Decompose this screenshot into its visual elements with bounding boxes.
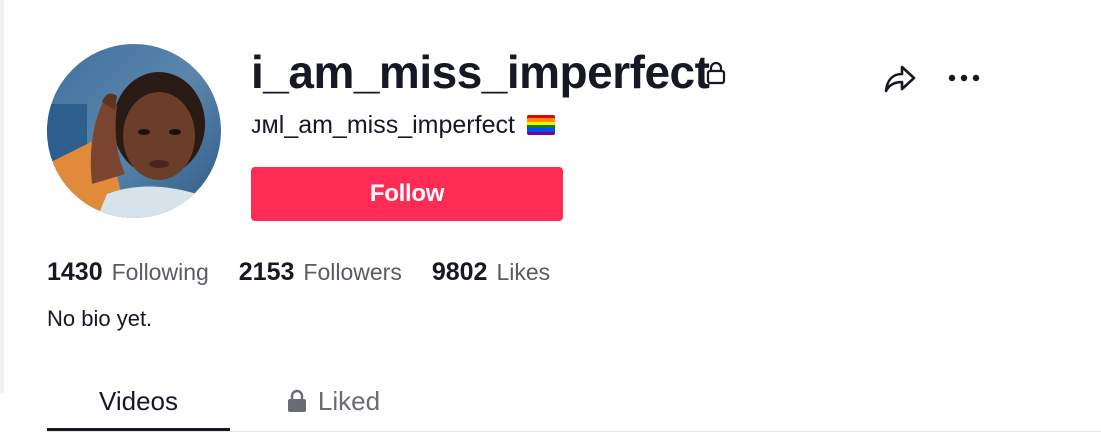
- lock-icon: [705, 60, 727, 86]
- tab-liked[interactable]: Liked: [258, 378, 408, 424]
- stat-following[interactable]: 1430 Following: [47, 258, 209, 287]
- lock-icon: [286, 389, 308, 413]
- more-dots-icon: [948, 74, 980, 82]
- tab-label: Videos: [98, 385, 179, 416]
- avatar[interactable]: [47, 44, 221, 218]
- profile-bio: No bio yet.: [47, 306, 153, 331]
- stat-followers[interactable]: 2153 Followers: [239, 258, 402, 287]
- profile-stats: 1430 Following 2153 Followers 9802 Likes: [47, 254, 580, 290]
- stat-label: Likes: [496, 258, 551, 285]
- nickname-row: ᴊᴍl_am_miss_imperfect: [251, 108, 555, 142]
- rainbow-flag-icon: [526, 115, 555, 135]
- stat-likes: 9802 Likes: [432, 258, 550, 287]
- stat-value: 2153: [238, 257, 295, 286]
- tab-label: Liked: [317, 385, 381, 416]
- share-arrow-icon: [884, 65, 916, 93]
- stat-label: Followers: [303, 258, 402, 285]
- left-edge-divider: [0, 0, 4, 393]
- share-button[interactable]: [880, 58, 920, 98]
- profile-username: i_am_miss_imperfect: [251, 46, 710, 98]
- tabs-divider: [47, 431, 1101, 432]
- profile-page: i_am_miss_imperfect ᴊᴍl_am_miss_imperfec…: [0, 0, 1101, 435]
- stat-value: 9802: [431, 257, 488, 286]
- follow-button[interactable]: Follow: [251, 167, 563, 221]
- profile-nickname: ᴊᴍl_am_miss_imperfect: [251, 110, 515, 139]
- stat-label: Following: [111, 258, 209, 285]
- profile-tabs: Videos Liked: [0, 370, 1101, 435]
- stat-value: 1430: [47, 257, 103, 286]
- more-options-button[interactable]: [944, 58, 984, 98]
- tab-videos[interactable]: Videos: [47, 378, 230, 424]
